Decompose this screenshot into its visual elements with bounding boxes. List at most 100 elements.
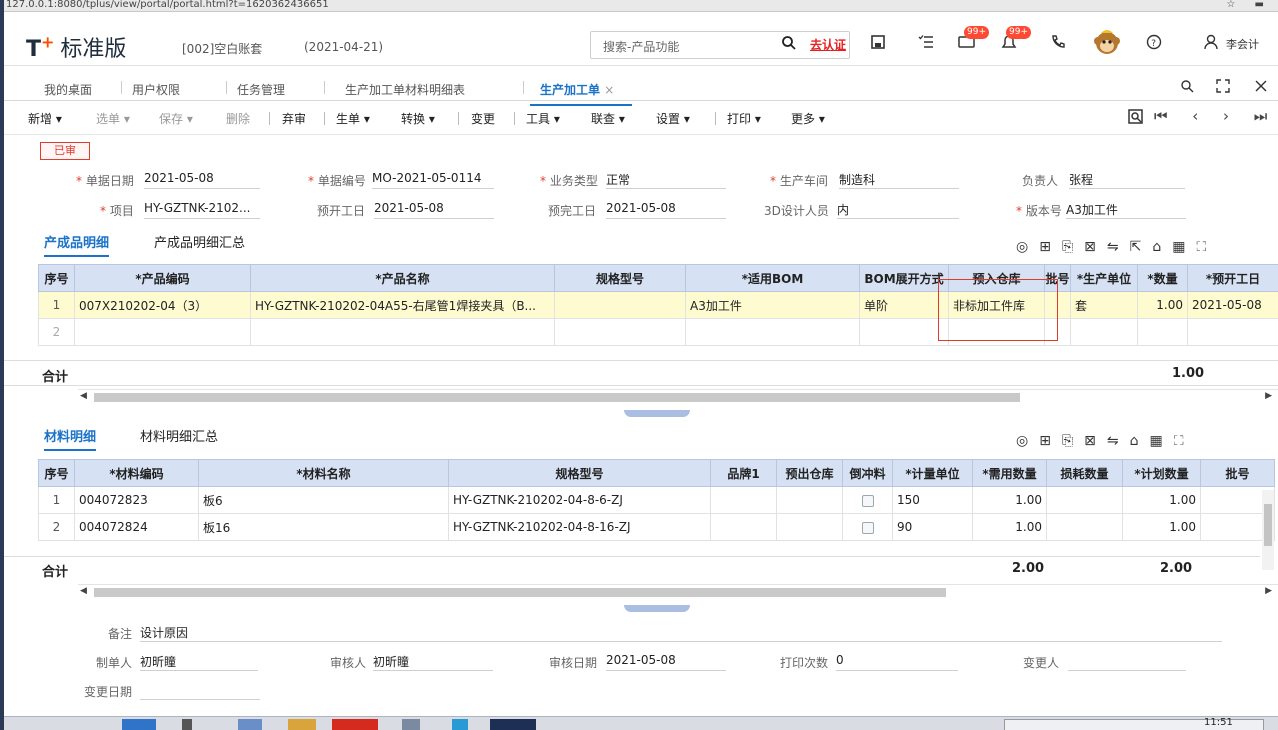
- cell-product-code[interactable]: 007X210202-04（3）: [74, 291, 251, 319]
- message-icon[interactable]: 99+: [958, 26, 989, 55]
- tab-material-detail[interactable]: 材料明细: [44, 426, 97, 451]
- col-material-name[interactable]: *材料名称: [198, 459, 449, 487]
- cell-material-code[interactable]: 004072823: [74, 486, 199, 514]
- cell-backflush[interactable]: [842, 486, 893, 514]
- cell-unit[interactable]: 90: [892, 513, 973, 541]
- cell-bom[interactable]: A3加工件: [685, 291, 860, 319]
- cell-unit[interactable]: [1070, 318, 1138, 346]
- col-bom[interactable]: *适用BOM: [685, 264, 860, 292]
- col-spec[interactable]: 规格型号: [448, 459, 711, 487]
- col-loss-qty[interactable]: 损耗数量: [1046, 459, 1123, 487]
- user-name[interactable]: 李会计: [1226, 36, 1259, 52]
- tab-task-management[interactable]: 任务管理: [237, 81, 285, 98]
- record-nav[interactable]: ⏮ ‹ › ⏭: [1154, 107, 1277, 125]
- cell-plan-qty[interactable]: 1.00: [1122, 486, 1201, 514]
- generate-button[interactable]: 生单 ▾: [336, 110, 370, 127]
- cell-spec[interactable]: [554, 291, 686, 319]
- browser-address-bar[interactable]: 127.0.0.1:8080/tplus/view/portal/portal.…: [4, 0, 1278, 12]
- col-qty[interactable]: *数量: [1137, 264, 1188, 292]
- col-need-qty[interactable]: *需用数量: [972, 459, 1047, 487]
- taskbar-app-5[interactable]: [332, 719, 378, 730]
- cell-material-name[interactable]: 板6: [198, 486, 449, 514]
- delete-button[interactable]: 删除: [226, 110, 250, 127]
- col-brand[interactable]: 品牌1: [710, 459, 777, 487]
- project-field[interactable]: HY-GZTNK-2102...: [144, 201, 260, 219]
- cell-spec[interactable]: [554, 318, 686, 346]
- settings-button[interactable]: 设置 ▾: [656, 110, 690, 127]
- taskbar-app-2[interactable]: [182, 719, 192, 730]
- vscroll-thumb[interactable]: [1264, 504, 1272, 546]
- tab-production-order[interactable]: 生产加工单 ×: [529, 81, 633, 106]
- product-hscrollbar[interactable]: ◀ ▶: [78, 389, 1278, 403]
- col-start-date[interactable]: *预开工日: [1187, 264, 1278, 292]
- scroll-left-icon[interactable]: ◀: [80, 391, 87, 401]
- convert-button[interactable]: 转换 ▾: [401, 110, 435, 127]
- col-unit[interactable]: *计量单位: [892, 459, 973, 487]
- collapse-handle[interactable]: [624, 410, 690, 417]
- col-backflush[interactable]: 倒冲料: [842, 459, 893, 487]
- doc-no-field[interactable]: MO-2021-05-0114: [372, 171, 494, 189]
- tools-button[interactable]: 工具 ▾: [526, 110, 560, 127]
- cell-spec[interactable]: HY-GZTNK-210202-04-8-16-ZJ: [448, 513, 711, 541]
- col-unit[interactable]: *生产单位: [1070, 264, 1138, 292]
- notification-icon[interactable]: 99+: [1000, 26, 1031, 55]
- cell-loss-qty[interactable]: [1046, 513, 1123, 541]
- cell-brand[interactable]: [710, 513, 777, 541]
- print-button[interactable]: 打印 ▾: [727, 110, 761, 127]
- add-button[interactable]: 新增 ▾: [28, 110, 62, 127]
- tab-close-icon[interactable]: ×: [604, 83, 614, 97]
- taskbar-app-8[interactable]: [490, 719, 536, 730]
- cell-unit[interactable]: 150: [892, 486, 973, 514]
- cell-bom-mode[interactable]: 单阶: [859, 291, 949, 319]
- checklist-icon[interactable]: [918, 34, 934, 55]
- save-button[interactable]: 保存 ▾: [159, 110, 193, 127]
- version-field[interactable]: A3加工件: [1066, 201, 1186, 219]
- biz-type-field[interactable]: 正常: [606, 171, 726, 189]
- collapse-handle[interactable]: [624, 605, 690, 612]
- cell-bom[interactable]: [685, 318, 860, 346]
- cell-spec[interactable]: HY-GZTNK-210202-04-8-6-ZJ: [448, 486, 711, 514]
- help-icon[interactable]: ?: [1146, 34, 1162, 55]
- scroll-left-icon[interactable]: ◀: [80, 586, 87, 596]
- cell-qty[interactable]: 1.00: [1137, 291, 1188, 319]
- certify-link[interactable]: 去认证: [810, 36, 846, 53]
- tab-material-report[interactable]: 生产加工单材料明细表: [345, 81, 465, 98]
- scroll-thumb[interactable]: [94, 393, 1020, 402]
- col-out-warehouse[interactable]: 预出仓库: [776, 459, 843, 487]
- cell-product-name[interactable]: [250, 318, 555, 346]
- taskbar-app-3[interactable]: [238, 719, 262, 730]
- cell-qty[interactable]: [1137, 318, 1188, 346]
- close-all-icon[interactable]: [1254, 79, 1268, 96]
- backflush-checkbox[interactable]: [861, 521, 874, 534]
- taskbar-app-4[interactable]: [288, 719, 316, 730]
- col-plan-qty[interactable]: *计划数量: [1122, 459, 1201, 487]
- col-index[interactable]: 序号: [38, 459, 75, 487]
- tab-material-summary[interactable]: 材料明细汇总: [140, 426, 218, 445]
- material-hscrollbar[interactable]: ◀ ▶: [78, 584, 1278, 598]
- cell-need-qty[interactable]: 1.00: [972, 513, 1047, 541]
- doc-date-field[interactable]: 2021-05-08: [144, 171, 260, 189]
- col-material-code[interactable]: *材料编码: [74, 459, 199, 487]
- more-button[interactable]: 更多 ▾: [791, 110, 825, 127]
- cell-bom-mode[interactable]: [859, 318, 949, 346]
- scroll-right-icon[interactable]: ▶: [1265, 586, 1272, 596]
- save-disk-icon[interactable]: [870, 34, 886, 55]
- cell-brand[interactable]: [710, 486, 777, 514]
- cell-unit[interactable]: 套: [1070, 291, 1138, 319]
- workshop-field[interactable]: 制造科: [839, 171, 959, 189]
- col-spec[interactable]: 规格型号: [554, 264, 686, 292]
- cell-backflush[interactable]: [842, 513, 893, 541]
- cell-loss-qty[interactable]: [1046, 486, 1123, 514]
- owner-field[interactable]: 张程: [1069, 171, 1185, 189]
- product-row[interactable]: 1 007X210202-04（3） HY-GZTNK-210202-04A55…: [38, 291, 1278, 319]
- tab-search-icon[interactable]: [1180, 79, 1194, 97]
- cell-start-date[interactable]: 2021-05-08: [1187, 291, 1278, 319]
- search-icon[interactable]: [781, 35, 797, 55]
- tab-product-summary[interactable]: 产成品明细汇总: [154, 232, 245, 251]
- preview-icon[interactable]: [1128, 109, 1144, 128]
- cell-out-warehouse[interactable]: [776, 486, 843, 514]
- browser-window-icons[interactable]: ☆ ▬: [1226, 0, 1272, 10]
- material-row[interactable]: 1 004072823 板6 HY-GZTNK-210202-04-8-6-ZJ…: [38, 486, 1275, 514]
- cell-out-warehouse[interactable]: [776, 513, 843, 541]
- scroll-right-icon[interactable]: ▶: [1265, 391, 1272, 401]
